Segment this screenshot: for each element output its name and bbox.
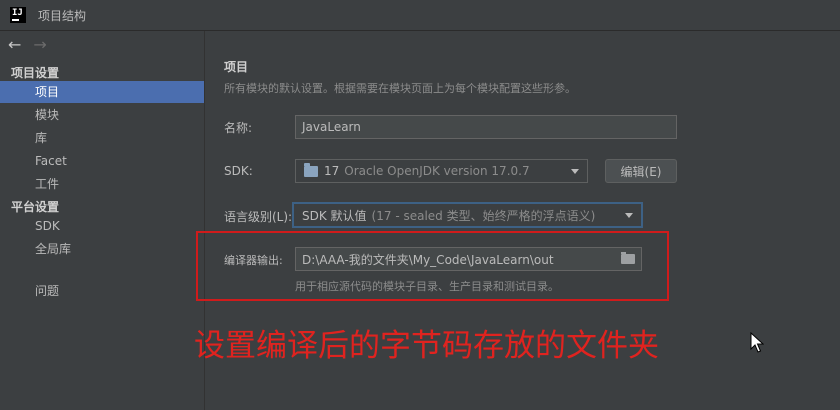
browse-folder-icon[interactable] — [621, 252, 635, 264]
name-label: 名称: — [224, 121, 253, 135]
sidebar: ← → 项目设置 项目 模块 库 Facet 工件 平台设置 SDK 全局库 问… — [0, 31, 205, 410]
main-panel: 项目 所有模块的默认设置。根据需要在模块页面上为每个模块配置这些形参。 名称: … — [194, 31, 840, 410]
mouse-cursor-icon — [750, 332, 764, 353]
page-description: 所有模块的默认设置。根据需要在模块页面上为每个模块配置这些形参。 — [224, 82, 576, 95]
project-name-input[interactable]: JavaLearn — [295, 115, 677, 139]
language-level-detail: (17 - sealed 类型、始终严格的浮点语义) — [371, 208, 596, 223]
sdk-label: SDK: — [224, 164, 253, 178]
chevron-down-icon — [625, 213, 633, 218]
sidebar-item-problems[interactable]: 问题 — [0, 280, 204, 302]
sdk-name: Oracle OpenJDK version 17.0.7 — [344, 164, 530, 178]
language-level-value: SDK 默认值 — [302, 208, 367, 223]
sdk-version: 17 — [324, 164, 340, 178]
compiler-output-label: 编译器输出: — [224, 254, 283, 267]
language-level-select[interactable]: SDK 默认值 (17 - sealed 类型、始终严格的浮点语义) — [292, 202, 643, 228]
chevron-down-icon — [571, 169, 579, 174]
compiler-output-input[interactable]: D:\AAA-我的文件夹\My_Code\JavaLearn\out — [295, 247, 642, 271]
language-level-label: 语言级别(L): — [224, 210, 293, 224]
forward-arrow-icon[interactable]: → — [33, 35, 46, 54]
compiler-output-value: D:\AAA-我的文件夹\My_Code\JavaLearn\out — [302, 252, 554, 267]
project-name-value: JavaLearn — [302, 120, 361, 134]
sidebar-item-libraries[interactable]: 库 — [0, 127, 204, 149]
section-project-settings: 项目设置 — [11, 66, 60, 80]
back-arrow-icon[interactable]: ← — [8, 35, 21, 54]
sidebar-item-modules[interactable]: 模块 — [0, 104, 204, 126]
window-title: 项目结构 — [38, 8, 87, 23]
compiler-output-hint: 用于相应源代码的模块子目录、生产目录和测试目录。 — [295, 280, 559, 293]
annotation-text: 设置编译后的字节码存放的文件夹 — [194, 328, 659, 364]
sidebar-item-global-libraries[interactable]: 全局库 — [0, 238, 204, 260]
sdk-select[interactable]: 17 Oracle OpenJDK version 17.0.7 — [295, 159, 588, 183]
sidebar-item-facets[interactable]: Facet — [0, 150, 204, 172]
page-title: 项目 — [224, 60, 249, 74]
section-platform-settings: 平台设置 — [11, 200, 60, 214]
edit-sdk-button[interactable]: 编辑(E) — [605, 159, 677, 183]
nav-arrows: ← → — [8, 35, 47, 54]
sidebar-item-artifacts[interactable]: 工件 — [0, 173, 204, 195]
sidebar-item-project[interactable]: 项目 — [0, 81, 204, 103]
sidebar-item-sdks[interactable]: SDK — [0, 215, 204, 237]
title-bar: IJ 项目结构 — [0, 0, 840, 31]
sdk-folder-icon — [304, 162, 318, 177]
intellij-logo-icon: IJ — [10, 7, 26, 23]
